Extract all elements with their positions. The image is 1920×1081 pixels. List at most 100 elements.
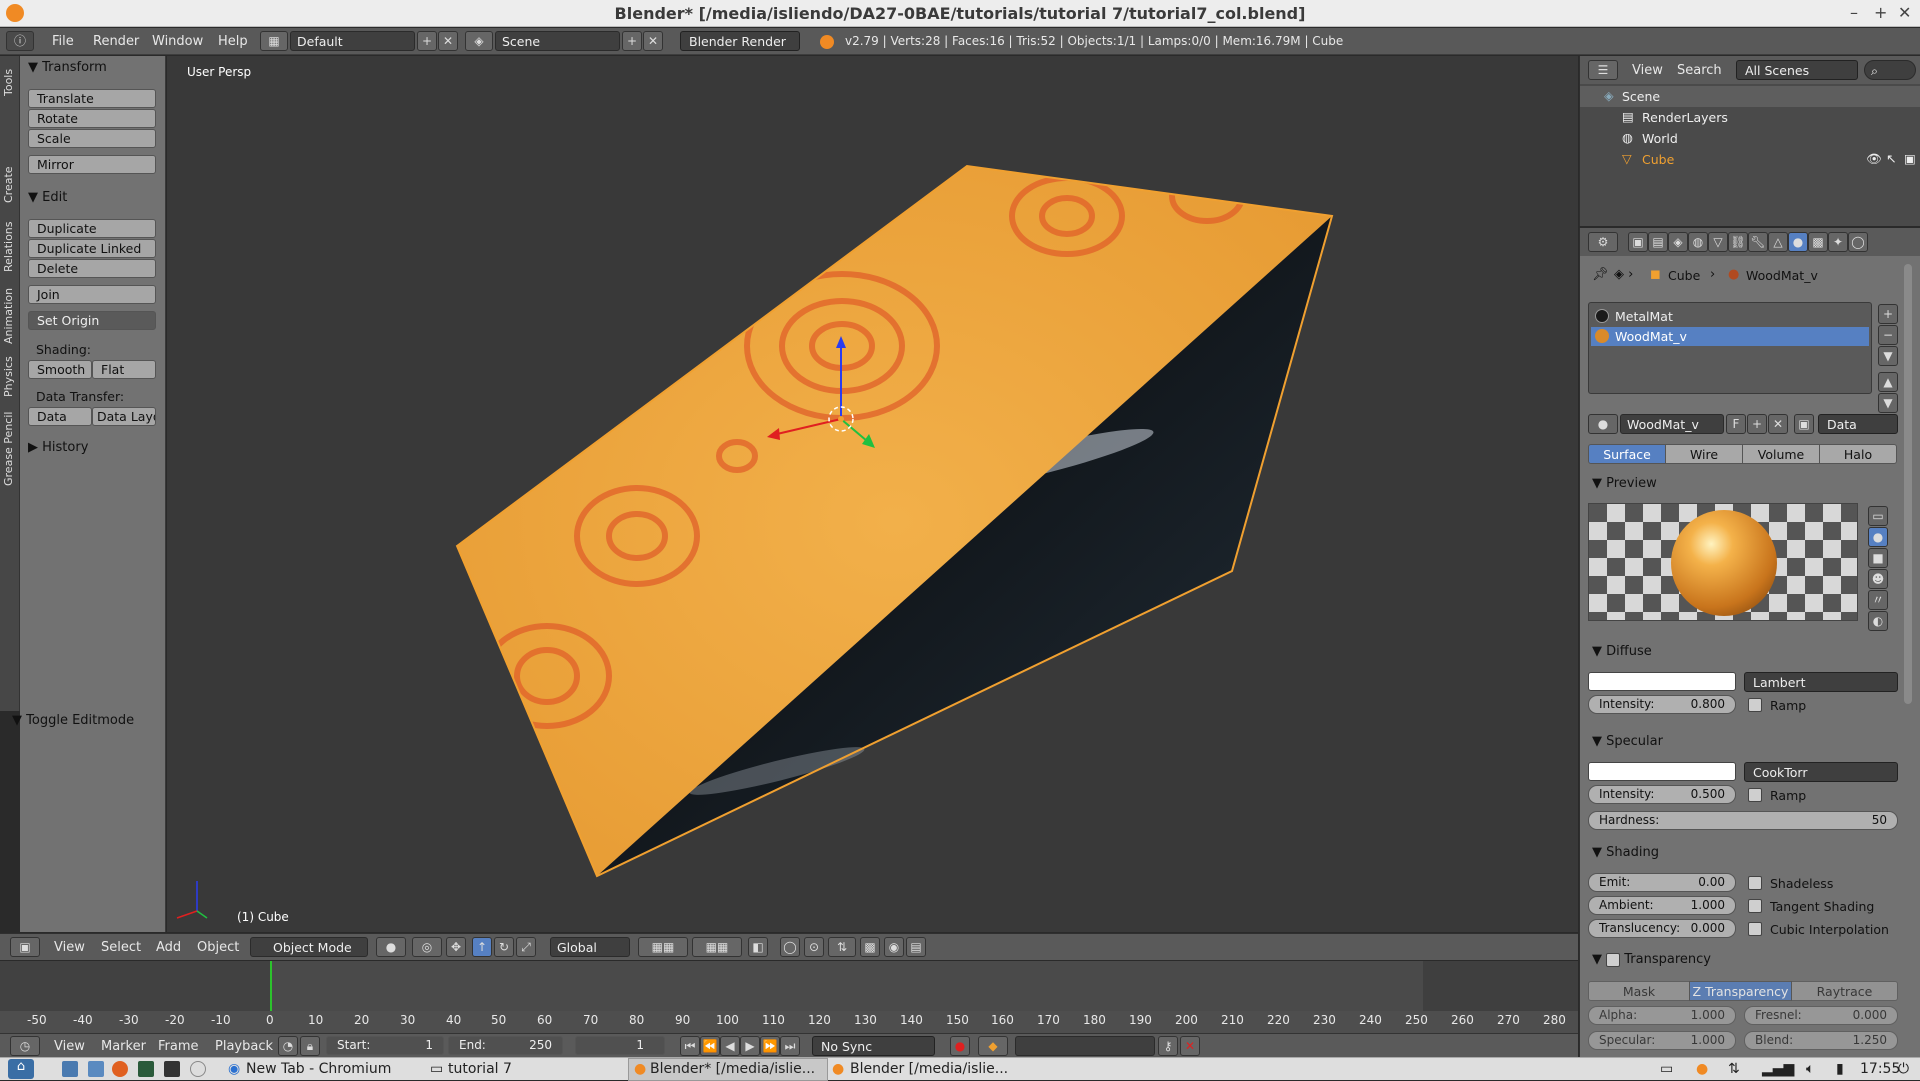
world-tab-icon[interactable]: ◍ bbox=[1688, 232, 1708, 252]
translate-manip-icon[interactable]: ↑ bbox=[472, 937, 492, 957]
properties-scrollbar[interactable] bbox=[1904, 264, 1912, 704]
terminal-icon[interactable] bbox=[164, 1061, 180, 1077]
tray-network-icon[interactable]: ⇅ bbox=[1728, 1061, 1740, 1077]
remove-slot-icon[interactable]: − bbox=[1878, 325, 1898, 345]
transparency-ztransp[interactable]: Z Transparency bbox=[1689, 981, 1792, 1001]
transparency-checkbox[interactable] bbox=[1606, 952, 1621, 967]
preview-panel-header[interactable]: ▼ Preview bbox=[1592, 476, 1657, 491]
menu-marker[interactable]: Marker bbox=[101, 1039, 146, 1054]
outliner-item-renderlayers[interactable]: ▤ RenderLayers bbox=[1580, 107, 1920, 128]
slot-specials-icon[interactable]: ▼ bbox=[1878, 346, 1898, 366]
material-browse-icon[interactable]: ● bbox=[1588, 414, 1618, 434]
set-origin-dropdown[interactable]: Set Origin bbox=[28, 311, 156, 330]
menu-help[interactable]: Help bbox=[218, 34, 248, 49]
menu-select[interactable]: Select bbox=[101, 940, 141, 955]
playhead[interactable] bbox=[270, 961, 272, 1011]
menu-window[interactable]: Window bbox=[152, 34, 203, 49]
cubic-interpolation-checkbox[interactable] bbox=[1748, 922, 1762, 936]
outliner-item-scene[interactable]: ◈ Scene bbox=[1580, 86, 1920, 107]
viewport-shading-icon[interactable]: ● bbox=[376, 937, 406, 957]
scale-button[interactable]: Scale bbox=[28, 129, 156, 148]
flat-button[interactable]: Flat bbox=[92, 360, 156, 379]
menu-object[interactable]: Object bbox=[197, 940, 239, 955]
add-layout-icon[interactable]: + bbox=[417, 31, 437, 51]
snap-target-icon[interactable]: ▩ bbox=[860, 937, 880, 957]
layers-icon[interactable]: ▦▦ bbox=[638, 937, 688, 957]
snap-element-icon[interactable]: ⇅ bbox=[828, 937, 856, 957]
scene-field[interactable]: Scene bbox=[495, 31, 620, 51]
diffuse-shader-select[interactable]: Lambert bbox=[1744, 672, 1898, 692]
transparency-raytrace[interactable]: Raytrace bbox=[1791, 981, 1898, 1001]
mirror-button[interactable]: Mirror bbox=[28, 155, 156, 174]
orientation-select[interactable]: Global bbox=[550, 937, 630, 957]
proportional-edit-icon[interactable]: ◯ bbox=[780, 937, 800, 957]
pivot-point-icon[interactable]: ◎ bbox=[412, 937, 442, 957]
link-select[interactable]: Data bbox=[1818, 414, 1898, 434]
object-tab-icon[interactable]: ▽ bbox=[1708, 232, 1728, 252]
duplicate-button[interactable]: Duplicate bbox=[28, 219, 156, 238]
jump-keyframe-forward-icon[interactable]: ⏩ bbox=[760, 1036, 780, 1056]
remove-layout-icon[interactable]: ✕ bbox=[438, 31, 458, 51]
display-mode-select[interactable]: All Scenes bbox=[1736, 60, 1858, 80]
app-icon[interactable] bbox=[190, 1061, 206, 1077]
data-button[interactable]: Data bbox=[28, 407, 92, 426]
monitor-icon[interactable] bbox=[138, 1061, 154, 1077]
transform-panel-header[interactable]: ▼ Transform bbox=[28, 60, 107, 75]
move-slot-up-icon[interactable]: ▲ bbox=[1878, 372, 1898, 392]
specular-color-swatch[interactable] bbox=[1588, 762, 1736, 781]
rotate-manip-icon[interactable]: ↻ bbox=[494, 937, 514, 957]
tab-halo[interactable]: Halo bbox=[1819, 444, 1897, 464]
task-folder[interactable]: tutorial 7 bbox=[448, 1061, 512, 1077]
join-button[interactable]: Join bbox=[28, 285, 156, 304]
history-panel-header[interactable]: ▶ History bbox=[28, 440, 88, 455]
add-slot-icon[interactable]: + bbox=[1878, 304, 1898, 324]
translate-button[interactable]: Translate bbox=[28, 89, 156, 108]
delete-button[interactable]: Delete bbox=[28, 259, 156, 278]
new-material-icon[interactable]: + bbox=[1747, 414, 1767, 434]
jump-end-icon[interactable]: ⏭ bbox=[780, 1036, 800, 1056]
scene-tab-icon[interactable]: ◈ bbox=[1668, 232, 1688, 252]
tray-power-icon[interactable]: ▮ bbox=[1836, 1061, 1844, 1077]
tray-window-icon[interactable]: ▭ bbox=[1660, 1061, 1673, 1077]
menu-add[interactable]: Add bbox=[156, 940, 181, 955]
transparency-specular-field[interactable]: Specular: 1.000 bbox=[1588, 1031, 1736, 1050]
data-layout-button[interactable]: Data Layo bbox=[92, 407, 156, 426]
editor-type-info-icon[interactable]: ⓘ bbox=[6, 31, 34, 51]
pin-icon[interactable]: 📌︎ bbox=[1592, 267, 1609, 282]
tray-signal-icon[interactable]: ▂▄▆ bbox=[1762, 1061, 1794, 1077]
record-icon[interactable]: ● bbox=[950, 1036, 970, 1056]
transparency-mask[interactable]: Mask bbox=[1588, 981, 1690, 1001]
preview-range-icon[interactable]: ◔ bbox=[278, 1036, 298, 1056]
jump-start-icon[interactable]: ⏮ bbox=[680, 1036, 700, 1056]
editor-type-properties-icon[interactable]: ⚙ bbox=[1588, 232, 1618, 252]
preview-sky-icon[interactable]: ◐ bbox=[1868, 611, 1888, 631]
transparency-panel-header[interactable]: ▼ Transparency bbox=[1592, 952, 1711, 967]
layers-2-icon[interactable]: ▦▦ bbox=[692, 937, 742, 957]
texture-tab-icon[interactable]: ▩ bbox=[1808, 232, 1828, 252]
physics-tab-icon[interactable]: ◯ bbox=[1848, 232, 1868, 252]
tab-relations[interactable]: Relations bbox=[2, 216, 18, 278]
task-blender[interactable]: Blender [/media/islie... bbox=[850, 1061, 1008, 1077]
tray-blender-icon[interactable]: ● bbox=[1696, 1061, 1708, 1077]
delete-key-icon[interactable]: ✕ bbox=[1180, 1036, 1200, 1056]
keying-set-icon[interactable]: ◆ bbox=[978, 1036, 1008, 1056]
specular-intensity-slider[interactable]: Intensity: 0.500 bbox=[1588, 785, 1736, 804]
fake-user-button[interactable]: F bbox=[1726, 414, 1746, 434]
preview-monkey-icon[interactable]: ☻ bbox=[1868, 569, 1888, 589]
frame-ruler[interactable]: -50 -40 -30 -20 -10 0 10 20 30 40 50 60 … bbox=[0, 1011, 1578, 1033]
diffuse-ramp-checkbox[interactable] bbox=[1748, 698, 1762, 712]
outliner-item-cube[interactable]: ▽ Cube 👁︎ ↖ ▣ bbox=[1580, 149, 1920, 170]
material-name-field[interactable]: WoodMat_v bbox=[1620, 414, 1724, 434]
diffuse-panel-header[interactable]: ▼ Diffuse bbox=[1592, 644, 1652, 659]
manipulator-toggle-icon[interactable]: ✥ bbox=[446, 937, 466, 957]
shutdown-icon[interactable]: ⏻ bbox=[1898, 1061, 1909, 1077]
material-slot-metalmat[interactable]: MetalMat bbox=[1591, 307, 1869, 326]
smooth-button[interactable]: Smooth bbox=[28, 360, 92, 379]
eye-icon[interactable]: 👁︎ bbox=[1866, 151, 1882, 167]
select-cursor-icon[interactable]: ↖ bbox=[1886, 151, 1896, 166]
emit-field[interactable]: Emit: 0.00 bbox=[1588, 873, 1736, 892]
lock-camera-icon[interactable]: ◧ bbox=[748, 937, 768, 957]
mode-select[interactable]: Object Mode bbox=[250, 937, 368, 957]
editor-type-outliner-icon[interactable]: ☰ bbox=[1588, 60, 1618, 80]
specular-panel-header[interactable]: ▼ Specular bbox=[1592, 734, 1663, 749]
